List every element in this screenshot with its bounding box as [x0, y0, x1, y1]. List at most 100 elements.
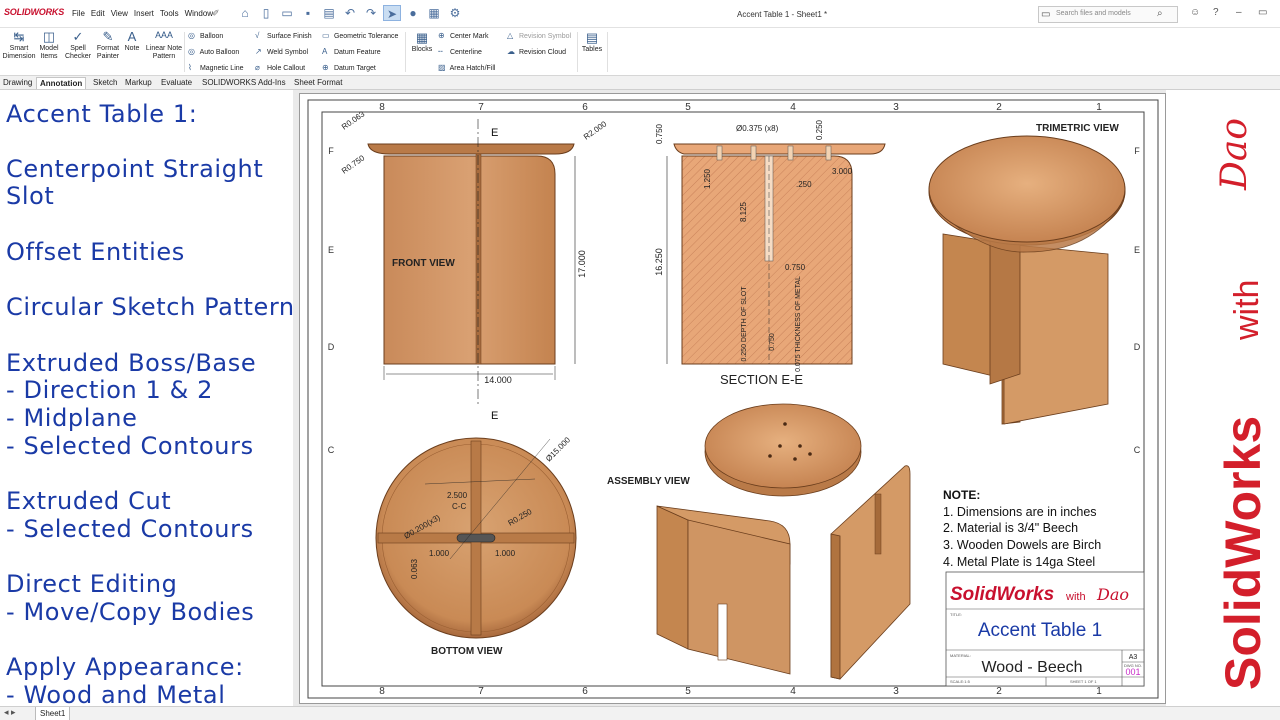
zone-labels-bottom: 8 7 6 5 4 3 2 1 [379, 686, 1102, 697]
blocks-button[interactable]: ▦ Blocks [409, 31, 435, 54]
tables-button[interactable]: ▤ Tables [580, 31, 604, 54]
help-icon[interactable]: ? [1213, 7, 1219, 18]
centerline-icon: ╌ [438, 47, 443, 56]
menu-tools[interactable]: Tools [160, 9, 179, 18]
magnetic-line-button[interactable]: ⌇ Magnetic Line [188, 63, 244, 72]
menu-view[interactable]: View [111, 9, 128, 18]
quick-access-toolbar: ⌂ ▯ ▭ ▪ ▤ ↶ ↷ ➤ ● ▦ ⚙ [236, 5, 464, 21]
document-title: Accent Table 1 - Sheet1 * [737, 10, 828, 19]
brand-solidworks: SolidWorks [1215, 416, 1271, 690]
datum-target-button[interactable]: ⊕ Datum Target [322, 63, 376, 72]
redo-icon[interactable]: ↷ [362, 5, 380, 21]
user-icon[interactable]: ☺ [1190, 7, 1200, 18]
zone-col-1: 1 [1096, 102, 1102, 113]
solidworks-logo: SOLIDWORKS [4, 7, 64, 17]
revision-symbol-button[interactable]: △ Revision Symbol [507, 31, 571, 40]
note-button[interactable]: A Note [122, 30, 142, 53]
hole-callout-button[interactable]: ⌀ Hole Callout [255, 63, 305, 72]
surface-finish-button[interactable]: √ Surface Finish [255, 31, 312, 40]
menu-file[interactable]: File [72, 9, 85, 18]
format-painter-icon: ✎ [102, 29, 114, 44]
feature-subitem: - Selected Contours [6, 432, 254, 460]
menu-insert[interactable]: Insert [134, 9, 154, 18]
zone-row-c: C [328, 445, 335, 455]
note-label: Note [124, 45, 140, 52]
section-marker-bottom: E [491, 410, 498, 422]
pin-icon[interactable]: ✐ [212, 8, 220, 19]
tab-evaluate[interactable]: Evaluate [158, 77, 195, 88]
ribbon-divider [405, 32, 406, 72]
zone-col-3: 3 [893, 102, 899, 113]
sheet1-tab[interactable]: Sheet1 [35, 707, 71, 720]
revision-cloud-button[interactable]: ☁ Revision Cloud [507, 47, 566, 56]
dim-0750b: 0.750 [785, 263, 806, 272]
undo-icon[interactable]: ↶ [341, 5, 359, 21]
tab-drawing[interactable]: Drawing [0, 77, 35, 88]
dim-t250: 0.250 [815, 119, 824, 140]
select-cursor-icon[interactable]: ➤ [383, 5, 401, 21]
assembly-view[interactable]: ASSEMBLY VIEW [607, 403, 911, 680]
sheet-number: SHEET 1 OF 1 [1070, 679, 1097, 684]
tab-sketch[interactable]: Sketch [90, 77, 120, 88]
smart-dimension-button[interactable]: ↹ Smart Dimension [2, 30, 36, 61]
notes-block: NOTE: 1. Dimensions are in inches 2. Mat… [943, 488, 1101, 569]
menu-edit[interactable]: Edit [91, 9, 105, 18]
dim-16250: 16.250 [654, 248, 664, 276]
zone-row-e: E [1134, 245, 1140, 255]
tab-sheet-format[interactable]: Sheet Format [291, 77, 345, 88]
save-icon[interactable]: ▪ [299, 5, 317, 21]
new-document-icon[interactable]: ▯ [257, 5, 275, 21]
section-view[interactable]: 16.250 SECTION E-E 0.750 Ø0.375 (x8) 0.2… [654, 119, 886, 387]
front-view[interactable]: FRONT VIEW E E 14.000 17.000 R0.063 R0.7… [340, 109, 609, 422]
notes-title: NOTE: [943, 488, 980, 502]
center-mark-button[interactable]: ⊕ Center Mark [438, 31, 488, 40]
tab-annotation[interactable]: Annotation [36, 77, 87, 89]
zone-row-c: C [1134, 445, 1141, 455]
weld-symbol-button[interactable]: ↗ Weld Symbol [255, 47, 308, 56]
feature-item: Extruded Boss/Base [6, 349, 257, 377]
bottom-view[interactable]: 2.500 C-C Ø0.200(x3) R0.250 Ø15.000 1.00… [375, 435, 577, 657]
tab-markup[interactable]: Markup [122, 77, 155, 88]
dim-1000b: 1.000 [495, 549, 516, 558]
model-items-button[interactable]: ◫ Model Items [36, 30, 62, 61]
geometric-tolerance-button[interactable]: ▭ Geometric Tolerance [322, 31, 398, 40]
search-icon[interactable]: ⌕ [1157, 8, 1163, 19]
centerline-button[interactable]: ╌ Centerline [438, 47, 482, 56]
balloon-button[interactable]: ◎ Balloon [188, 31, 223, 40]
datum-target-icon: ⊕ [322, 63, 329, 72]
metal-plate-slot [456, 533, 496, 543]
dim-0750c: 0.750 [769, 333, 776, 351]
zone-col-1: 1 [1096, 686, 1102, 697]
auto-balloon-button[interactable]: ◎ Auto Balloon [188, 47, 239, 56]
command-manager-tabs: Drawing Annotation Sketch Markup Evaluat… [0, 76, 1280, 163]
file-properties-icon[interactable]: ▦ [425, 5, 443, 21]
zone-col-7: 7 [478, 686, 484, 697]
menu-window[interactable]: Window [185, 9, 213, 18]
drawing-sheet[interactable]: 8 7 6 5 4 3 2 1 8 7 6 5 4 3 2 1 F E D C … [299, 93, 1166, 704]
tab-solidworks-add-ins[interactable]: SOLIDWORKS Add-Ins [199, 77, 289, 88]
feature-item: Apply Appearance: [6, 653, 244, 681]
datum-feature-button[interactable]: A Datum Feature [322, 47, 381, 56]
brand-watermark: SolidWorks with Dao [1214, 118, 1271, 690]
minimize-icon[interactable]: – [1236, 7, 1242, 18]
sheet-navigation-icon[interactable]: ◂ ▸ [4, 707, 16, 718]
area-hatch-fill-button[interactable]: ▨ Area Hatch/Fill [438, 63, 495, 72]
ribbon-divider [577, 32, 578, 72]
maximize-icon[interactable]: ▭ [1258, 7, 1267, 18]
dim-width: 14.000 [484, 375, 512, 385]
trimetric-view[interactable]: TRIMETRIC VIEW [928, 123, 1126, 425]
spell-checker-icon: ✓ [72, 29, 84, 44]
surface-finish-icon: √ [255, 31, 260, 40]
front-view-slot [475, 153, 482, 365]
linear-note-pattern-button[interactable]: ᴬᴬᴬ Linear Note Pattern [143, 30, 185, 61]
open-folder-icon[interactable]: ▭ [278, 5, 296, 21]
spell-checker-button[interactable]: ✓ Spell Checker [63, 30, 93, 61]
options-gear-icon[interactable]: ⚙ [446, 5, 464, 21]
dim-t750: 0.750 [655, 123, 664, 144]
rebuild-icon[interactable]: ● [404, 5, 422, 21]
search-scope-icon[interactable]: ▭ [1041, 9, 1050, 20]
print-icon[interactable]: ▤ [320, 5, 338, 21]
trimetric-view-label: TRIMETRIC VIEW [1036, 123, 1119, 134]
format-painter-button[interactable]: ✎ Format Painter [93, 30, 123, 61]
home-icon[interactable]: ⌂ [236, 5, 254, 21]
